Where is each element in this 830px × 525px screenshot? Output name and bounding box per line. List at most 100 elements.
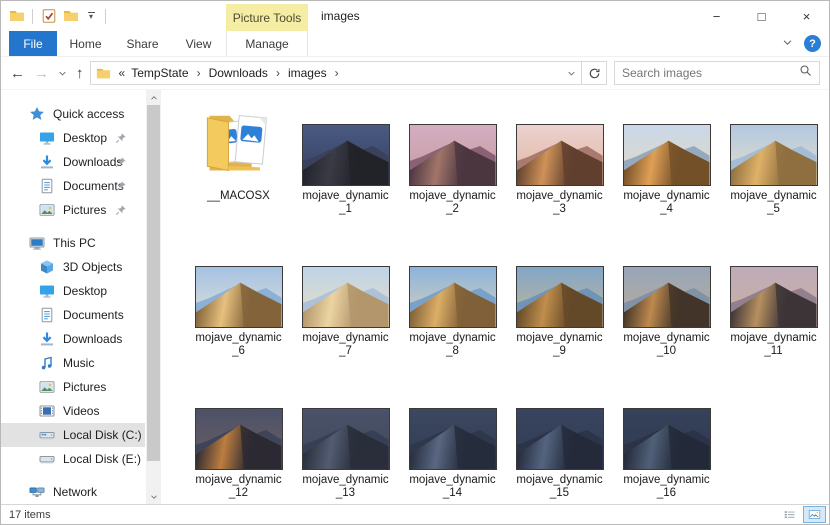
scrollbar-thumb[interactable] xyxy=(147,105,160,461)
details-view-button[interactable] xyxy=(778,506,801,523)
image-tile-mojave-dynamic-10[interactable]: mojave_dynamic _10 xyxy=(613,246,720,358)
desktop-icon xyxy=(39,283,55,299)
sidebar-item-downloads[interactable]: Downloads xyxy=(1,327,145,351)
image-thumbnail xyxy=(194,408,283,470)
breadcrumb-tempstate[interactable]: TempState xyxy=(128,62,191,84)
tab-view[interactable]: View xyxy=(171,31,226,56)
expand-ribbon-chevron-icon[interactable] xyxy=(782,35,793,53)
properties-button[interactable] xyxy=(40,8,57,25)
ribbon-tab-row: File Home Share View Manage ? xyxy=(1,31,829,57)
address-bar[interactable]: «TempState › Downloads › images › xyxy=(89,61,607,85)
breadcrumb-separator-icon[interactable]: › xyxy=(271,62,285,84)
sidebar-item-pictures[interactable]: Pictures xyxy=(1,375,145,399)
image-thumbnail xyxy=(408,266,497,328)
image-tile-mojave-dynamic-2[interactable]: mojave_dynamic _2 xyxy=(399,104,506,216)
new-folder-button[interactable] xyxy=(62,8,79,25)
image-tile-mojave-dynamic-16[interactable]: mojave_dynamic _16 xyxy=(613,388,720,500)
image-tile-mojave-dynamic-12[interactable]: mojave_dynamic _12 xyxy=(185,388,292,500)
items-count: 17 items xyxy=(9,508,51,521)
file-name-label: mojave_dynamic _10 xyxy=(623,332,710,357)
sidebar-item-3d-objects[interactable]: 3D Objects xyxy=(1,255,145,279)
search-icon[interactable] xyxy=(799,64,812,82)
image-tile-mojave-dynamic-7[interactable]: mojave_dynamic _7 xyxy=(292,246,399,358)
image-tile-mojave-dynamic-4[interactable]: mojave_dynamic _4 xyxy=(613,104,720,216)
scroll-up-icon[interactable] xyxy=(146,90,161,105)
file-name-label: mojave_dynamic _15 xyxy=(516,474,603,499)
file-name-label: mojave_dynamic _2 xyxy=(409,190,496,215)
image-thumbnail xyxy=(301,266,390,328)
sidebar-item-network[interactable]: Network xyxy=(1,480,145,504)
breadcrumb-separator-icon[interactable]: › xyxy=(192,62,206,84)
image-thumbnail xyxy=(622,266,711,328)
toolbar-separator xyxy=(105,8,106,24)
image-thumbnail xyxy=(408,408,497,470)
downloads-icon xyxy=(39,331,55,347)
sidebar-item-desktop[interactable]: Desktop xyxy=(1,126,145,150)
sidebar-item-music[interactable]: Music xyxy=(1,351,145,375)
image-tile-mojave-dynamic-13[interactable]: mojave_dynamic _13 xyxy=(292,388,399,500)
folder-tile-macosx[interactable]: __MACOSX xyxy=(185,104,292,216)
file-name-label: mojave_dynamic _1 xyxy=(302,190,389,215)
forward-button[interactable]: → xyxy=(34,66,49,81)
sidebar-item-documents[interactable]: Documents xyxy=(1,303,145,327)
file-grid: __MACOSX mojave_dynamic _1 mojave_dynamic … xyxy=(185,104,829,500)
sidebar-scrollbar[interactable] xyxy=(146,90,161,504)
explorer-window-icon xyxy=(8,8,25,25)
image-tile-mojave-dynamic-8[interactable]: mojave_dynamic _8 xyxy=(399,246,506,358)
image-tile-mojave-dynamic-6[interactable]: mojave_dynamic _6 xyxy=(185,246,292,358)
scroll-down-icon[interactable] xyxy=(146,489,161,504)
maximize-button[interactable]: □ xyxy=(739,1,784,31)
documents-icon xyxy=(39,178,55,194)
tab-home[interactable]: Home xyxy=(57,31,114,56)
image-tile-mojave-dynamic-15[interactable]: mojave_dynamic _15 xyxy=(506,388,613,500)
file-name-label: mojave_dynamic _7 xyxy=(302,332,389,357)
customize-qat-button[interactable]: ▾ xyxy=(84,12,98,21)
pin-icon xyxy=(115,180,127,192)
tab-share[interactable]: Share xyxy=(114,31,171,56)
image-tile-mojave-dynamic-11[interactable]: mojave_dynamic _11 xyxy=(720,246,827,358)
toolbar-separator xyxy=(32,8,33,24)
breadcrumb-overflow-icon[interactable]: « xyxy=(116,66,129,80)
sidebar-item-local-disk-c[interactable]: Local Disk (C:) xyxy=(1,423,145,447)
disk-c-icon xyxy=(39,427,55,443)
refresh-icon[interactable] xyxy=(581,62,606,84)
thumbnails-view-button[interactable] xyxy=(803,506,826,523)
file-name-label: mojave_dynamic _8 xyxy=(409,332,496,357)
address-dropdown-chevron-icon[interactable] xyxy=(561,62,581,84)
up-button[interactable]: ↑ xyxy=(76,66,84,81)
close-button[interactable]: × xyxy=(784,1,829,31)
sidebar-item-pictures[interactable]: Pictures xyxy=(1,198,145,222)
documents-icon xyxy=(39,307,55,323)
file-list-pane: __MACOSX mojave_dynamic _1 mojave_dynamic … xyxy=(161,90,829,504)
tab-file[interactable]: File xyxy=(9,31,57,56)
sidebar-item-downloads[interactable]: Downloads xyxy=(1,150,145,174)
image-tile-mojave-dynamic-14[interactable]: mojave_dynamic _14 xyxy=(399,388,506,500)
image-tile-mojave-dynamic-1[interactable]: mojave_dynamic _1 xyxy=(292,104,399,216)
navigation-buttons: ← → ↑ xyxy=(10,66,84,81)
file-name-label: mojave_dynamic _16 xyxy=(623,474,710,499)
sidebar-item-quick-access[interactable]: Quick access xyxy=(1,102,145,126)
tab-manage[interactable]: Manage xyxy=(226,31,308,56)
search-input[interactable] xyxy=(622,66,799,80)
breadcrumb-images[interactable]: images xyxy=(285,62,330,84)
minimize-button[interactable]: − xyxy=(694,1,739,31)
sidebar-item-desktop[interactable]: Desktop xyxy=(1,279,145,303)
image-tile-mojave-dynamic-3[interactable]: mojave_dynamic _3 xyxy=(506,104,613,216)
back-button[interactable]: ← xyxy=(10,66,25,81)
image-tile-mojave-dynamic-9[interactable]: mojave_dynamic _9 xyxy=(506,246,613,358)
image-thumbnail xyxy=(515,124,604,186)
sidebar-item-documents[interactable]: Documents xyxy=(1,174,145,198)
recent-locations-chevron-icon[interactable] xyxy=(58,66,67,81)
image-tile-mojave-dynamic-5[interactable]: mojave_dynamic _5 xyxy=(720,104,827,216)
videos-icon xyxy=(39,403,55,419)
sidebar-item-local-disk-e[interactable]: Local Disk (E:) xyxy=(1,447,145,471)
help-button[interactable]: ? xyxy=(804,35,821,52)
network-icon xyxy=(29,484,45,500)
sidebar-item-label: Quick access xyxy=(53,107,125,121)
breadcrumb-separator-icon[interactable]: › xyxy=(330,62,344,84)
sidebar-item-this-pc[interactable]: This PC xyxy=(1,231,145,255)
breadcrumb-downloads[interactable]: Downloads xyxy=(206,62,271,84)
sidebar-item-videos[interactable]: Videos xyxy=(1,399,145,423)
file-name-label: mojave_dynamic _11 xyxy=(730,332,817,357)
sidebar-item-label: Desktop xyxy=(63,131,108,145)
